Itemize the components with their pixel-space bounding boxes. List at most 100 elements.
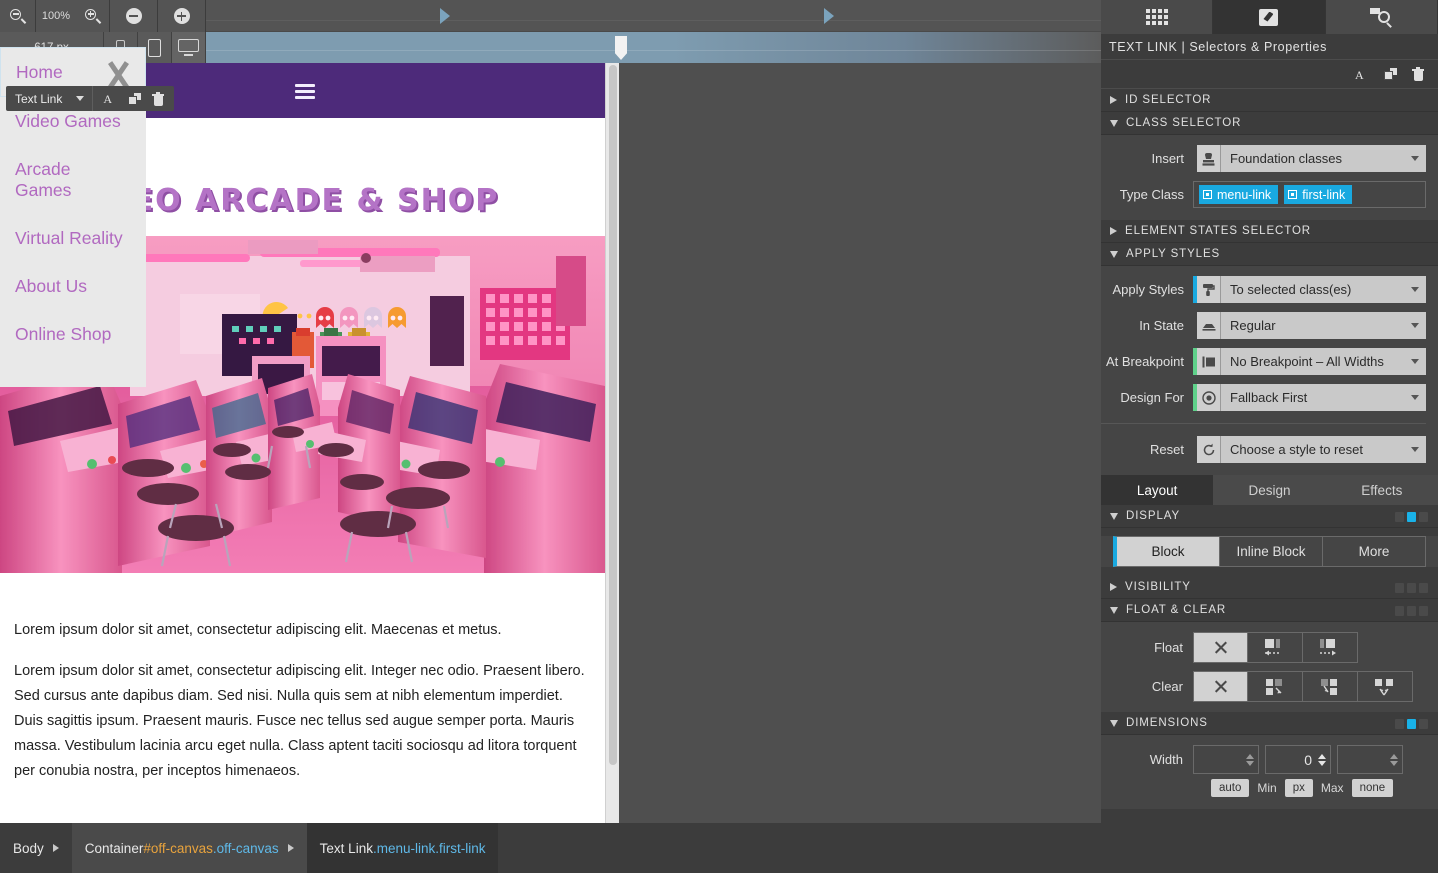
type-class-input[interactable]: menu-link first-link xyxy=(1193,181,1426,208)
class-tag-menu-link[interactable]: menu-link xyxy=(1199,185,1279,204)
divider xyxy=(1101,423,1426,424)
stepper-arrows[interactable] xyxy=(1318,753,1326,766)
section-element-states[interactable]: ELEMENT STATES SELECTOR xyxy=(1101,220,1438,243)
breakpoint-marker[interactable] xyxy=(440,8,450,24)
nav-item-virtual-reality[interactable]: Virtual Reality xyxy=(0,214,146,262)
element-type-dropdown[interactable]: Text Link xyxy=(6,86,94,111)
zoom-out-button[interactable] xyxy=(0,0,36,32)
target-icon xyxy=(1197,384,1221,411)
zoom-in-button[interactable] xyxy=(76,0,110,32)
clear-left-button[interactable] xyxy=(1248,671,1303,702)
stamp-icon xyxy=(1197,145,1221,172)
chevron-right-icon xyxy=(1110,583,1117,591)
clear-right-button[interactable] xyxy=(1303,671,1358,702)
max-width-input[interactable] xyxy=(1337,745,1403,774)
in-state-value[interactable]: Regular xyxy=(1221,312,1426,339)
duplicate-icon[interactable] xyxy=(128,92,142,105)
zoom-level-label: 100% xyxy=(36,0,76,32)
insert-dropdown[interactable]: Foundation classes xyxy=(1193,145,1426,172)
checkbox-icon[interactable] xyxy=(1203,190,1212,199)
width-rail[interactable] xyxy=(206,32,1101,63)
apply-styles-dropdown[interactable]: To selected class(es) xyxy=(1193,276,1426,303)
float-left-button[interactable] xyxy=(1248,632,1303,663)
class-tag-first-link[interactable]: first-link xyxy=(1284,185,1353,204)
display-more-button[interactable]: More xyxy=(1323,536,1426,567)
breadcrumb-item-container[interactable]: Container#off-canvas.off-canvas xyxy=(71,823,307,873)
tab-effects[interactable]: Effects xyxy=(1326,475,1438,505)
stamp-glyph xyxy=(1202,152,1215,166)
zoom-in-icon xyxy=(85,8,102,24)
nav-item-arcade-games[interactable]: Arcade Games xyxy=(0,145,146,214)
at-breakpoint-value-text: No Breakpoint – All Widths xyxy=(1230,354,1384,369)
text-edit-icon[interactable]: A xyxy=(103,92,117,106)
stepper-arrows[interactable] xyxy=(1390,753,1398,766)
clear-none-button[interactable] xyxy=(1193,671,1248,702)
tab-design[interactable]: Design xyxy=(1213,475,1325,505)
nav-item-online-shop[interactable]: Online Shop xyxy=(0,310,146,358)
element-type-label: Text Link xyxy=(15,91,63,106)
device-desktop-button[interactable] xyxy=(172,32,206,63)
trash-icon[interactable] xyxy=(152,91,165,106)
none-button[interactable]: none xyxy=(1351,779,1394,797)
text-edit-icon[interactable]: A xyxy=(1355,68,1369,82)
section-display[interactable]: DISPLAY xyxy=(1101,505,1438,528)
canvas-region: 100% 617 px xyxy=(0,0,1101,873)
min-width-input[interactable] xyxy=(1193,745,1259,774)
display-block-button[interactable]: Block xyxy=(1113,536,1220,567)
nav-item-about-us[interactable]: About Us xyxy=(0,262,146,310)
unit-button[interactable]: px xyxy=(1284,779,1313,797)
chevron-down-icon xyxy=(1110,719,1118,727)
float-row: Float xyxy=(1101,632,1438,663)
float-none-button[interactable] xyxy=(1193,632,1248,663)
trash-icon[interactable] xyxy=(1412,67,1424,81)
hamburger-icon[interactable] xyxy=(295,84,315,99)
in-state-row: In State Regular xyxy=(1101,312,1426,339)
breakpoint-glyph xyxy=(1202,356,1215,367)
tab-layout[interactable]: Layout xyxy=(1101,475,1214,505)
tab-search[interactable] xyxy=(1325,0,1438,34)
chevron-right-icon xyxy=(52,844,59,852)
breakpoint-ruler[interactable] xyxy=(206,0,1101,32)
breadcrumb-item-textlink[interactable]: Text Link.menu-link.first-link xyxy=(306,823,499,873)
float-right-button[interactable] xyxy=(1303,632,1358,663)
increase-width-button[interactable] xyxy=(158,0,206,32)
reset-dropdown[interactable]: Choose a style to reset xyxy=(1193,436,1426,463)
checkbox-icon[interactable] xyxy=(1288,190,1298,199)
section-class-selector[interactable]: CLASS SELECTOR xyxy=(1101,112,1438,135)
insert-value[interactable]: Foundation classes xyxy=(1221,145,1426,172)
canvas-scrollbar[interactable] xyxy=(605,63,619,823)
breadcrumb-textlink-label: Text Link.menu-link.first-link xyxy=(319,840,486,856)
at-breakpoint-label: At Breakpoint xyxy=(1105,354,1184,369)
breakpoint-marker[interactable] xyxy=(824,8,834,24)
section-id-selector[interactable]: ID SELECTOR xyxy=(1101,89,1438,112)
section-visibility[interactable]: VISIBILITY xyxy=(1101,576,1438,599)
stepper-arrows[interactable] xyxy=(1246,753,1254,766)
section-apply-styles[interactable]: APPLY STYLES xyxy=(1101,243,1438,266)
chevron-right-icon xyxy=(1110,96,1117,104)
section-float-clear[interactable]: FLOAT & CLEAR xyxy=(1101,599,1438,622)
width-input[interactable]: 0 xyxy=(1265,745,1331,774)
at-breakpoint-dropdown[interactable]: No Breakpoint – All Widths xyxy=(1193,348,1426,375)
tab-styles[interactable] xyxy=(1213,0,1326,34)
section-float-clear-label: FLOAT & CLEAR xyxy=(1126,604,1227,616)
canvas-scrollbar-thumb[interactable] xyxy=(609,65,617,765)
tab-grid[interactable] xyxy=(1101,0,1214,34)
element-context-toolbar[interactable]: Text Link A xyxy=(6,86,175,111)
in-state-value-text: Regular xyxy=(1230,318,1276,333)
in-state-dropdown[interactable]: Regular xyxy=(1193,312,1426,339)
clear-both-button[interactable] xyxy=(1358,671,1413,702)
breadcrumb-item-body[interactable]: Body xyxy=(0,823,72,873)
display-inline-block-button[interactable]: Inline Block xyxy=(1220,536,1323,567)
width-value: 0 xyxy=(1304,751,1312,768)
duplicate-icon[interactable] xyxy=(1384,68,1397,80)
auto-button[interactable]: auto xyxy=(1211,779,1250,797)
section-dimensions[interactable]: DIMENSIONS xyxy=(1101,712,1438,735)
type-class-row: Type Class menu-link first-link xyxy=(1101,181,1426,208)
reset-row: Reset Choose a style to reset xyxy=(1101,436,1426,463)
decrease-width-button[interactable] xyxy=(110,0,158,32)
design-for-value[interactable]: Fallback First xyxy=(1221,384,1426,411)
reset-value[interactable]: Choose a style to reset xyxy=(1221,436,1426,463)
at-breakpoint-value[interactable]: No Breakpoint – All Widths xyxy=(1221,348,1426,375)
apply-styles-value[interactable]: To selected class(es) xyxy=(1221,276,1426,303)
design-for-dropdown[interactable]: Fallback First xyxy=(1193,384,1426,411)
